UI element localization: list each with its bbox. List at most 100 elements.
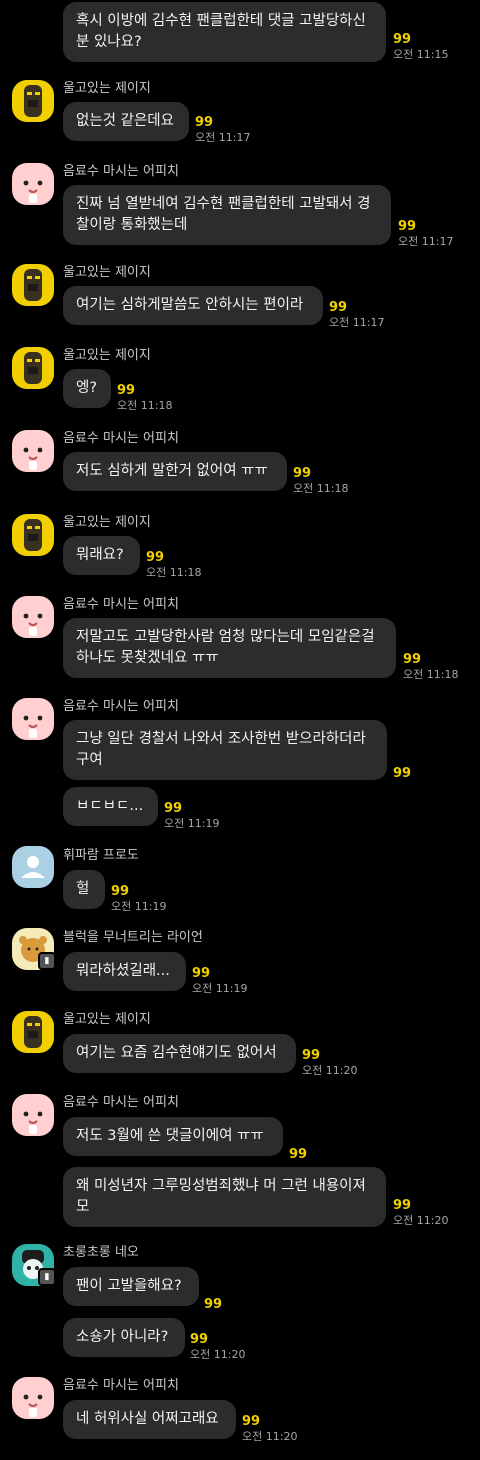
avatar-apeach[interactable] [12, 1094, 54, 1136]
avatar-apeach[interactable] [12, 596, 54, 638]
message-time: 오전 11:18 [146, 566, 202, 579]
sender-name: 음료수 마시는 어피치 [63, 1378, 179, 1393]
message-bubble[interactable]: 그냥 일단 경찰서 나와서 조사한번 받으라하더라구여 [63, 720, 387, 780]
jay-g-icon [24, 85, 42, 117]
jay-g-icon [24, 352, 42, 384]
unread-count: 99 [146, 550, 165, 565]
jay-g-icon [24, 269, 42, 301]
unread-count: 99 [190, 1332, 209, 1347]
message-time: 오전 11:15 [393, 48, 449, 61]
sender-name: 초롱초롱 네오 [63, 1245, 139, 1260]
sender-name: 휘파람 프로도 [63, 848, 139, 863]
avatar-apeach[interactable] [12, 163, 54, 205]
unread-count: 99 [111, 884, 130, 899]
message-meta: 99 오전 11:18 [146, 550, 201, 580]
message-bubble[interactable]: 왜 미성년자 그루밍성범죄했냐 머 그런 내용이져모 [63, 1167, 386, 1227]
message-bubble[interactable]: 저도 3월에 쓴 댓글이에여 ㅠㅠ [63, 1117, 283, 1156]
sender-name: 울고있는 제이지 [63, 515, 151, 530]
message-meta: 99 오전 11:15 [393, 32, 448, 62]
unread-count: 99 [192, 966, 211, 981]
apeach-icon [23, 180, 43, 203]
message-bubble[interactable]: 팬이 고발을해요? [63, 1267, 199, 1306]
message-bubble[interactable]: 진짜 넘 열받네여 김수현 팬클럽한테 고발돼서 경찰이랑 통화했는데 [63, 185, 391, 245]
avatar-jay-g[interactable] [12, 514, 54, 556]
message-time: 오전 11:19 [164, 817, 220, 830]
message-time: 오전 11:20 [190, 1348, 246, 1361]
message-bubble[interactable]: 여기는 심하게말씀도 안하시는 편이라 [63, 286, 323, 325]
unread-count: 99 [195, 115, 214, 130]
message-bubble[interactable]: 저도 심하게 말한거 없어여 ㅠㅠ [63, 452, 287, 491]
message-meta: 99 오전 11:18 [403, 652, 458, 682]
sender-name: 울고있는 제이지 [63, 348, 151, 363]
unread-count: 99 [403, 652, 422, 667]
apeach-icon [23, 715, 43, 738]
unread-count: 99 [117, 383, 136, 398]
avatar-jay-g[interactable] [12, 264, 54, 306]
message-meta: 99 오전 11:20 [190, 1332, 245, 1362]
message-bubble[interactable]: 소숑가 아니라? [63, 1318, 185, 1357]
message-meta: 99 오전 11:18 [117, 383, 172, 413]
sender-name: 음료수 마시는 어피치 [63, 1095, 179, 1110]
message-bubble[interactable]: 엥? [63, 369, 111, 408]
message-bubble[interactable]: ㅂㄷㅂㄷ... [63, 787, 158, 826]
avatar-jay-g[interactable] [12, 80, 54, 122]
message-meta: 99 [289, 1147, 307, 1162]
avatar-apeach[interactable] [12, 1377, 54, 1419]
message-meta: 99 오전 11:19 [164, 801, 219, 831]
sender-name: 음료수 마시는 어피치 [63, 431, 179, 446]
chat-screen: { "users": { "jay": "울고있는 제이지", "apeach"… [0, 0, 480, 1460]
message-bubble[interactable]: 저말고도 고발당한사람 엄청 많다는데 모임같은걸 하나도 못찾겠네요 ㅠㅠ [63, 618, 396, 678]
sender-name: 울고있는 제이지 [63, 265, 151, 280]
sender-name: 블럭을 무너트리는 라이언 [63, 930, 203, 945]
message-bubble[interactable]: 헐 [63, 870, 105, 909]
jay-g-icon [24, 1016, 42, 1048]
message-meta: 99 오전 11:19 [111, 884, 166, 914]
message-meta: 99 오전 11:17 [329, 300, 384, 330]
message-bubble[interactable]: 혹시 이방에 김수현 팬클럽한테 댓글 고발당하신 분 있나요? [63, 2, 386, 62]
message-time: 오전 11:19 [192, 982, 248, 995]
avatar-apeach[interactable] [12, 430, 54, 472]
message-meta: 99 오전 11:20 [393, 1198, 448, 1228]
sender-name: 울고있는 제이지 [63, 1012, 151, 1027]
message-time: 오전 11:20 [242, 1430, 298, 1443]
unread-count: 99 [289, 1147, 308, 1162]
message-time: 오전 11:18 [403, 668, 459, 681]
message-time: 오전 11:19 [111, 900, 167, 913]
message-time: 오전 11:18 [293, 482, 349, 495]
message-time: 오전 11:20 [302, 1064, 358, 1077]
message-bubble[interactable]: 뭐라하셨길래... [63, 952, 186, 991]
unread-count: 99 [293, 466, 312, 481]
unread-count: 99 [242, 1414, 261, 1429]
message-meta: 99 [204, 1297, 222, 1312]
unread-count: 99 [393, 766, 412, 781]
unread-count: 99 [398, 219, 417, 234]
message-meta: 99 오전 11:20 [302, 1048, 357, 1078]
avatar-frodo[interactable] [12, 846, 54, 888]
message-meta: 99 오전 11:19 [192, 966, 247, 996]
multi-profile-icon: ▮ [38, 1268, 56, 1286]
message-bubble[interactable]: 뭐래요? [63, 536, 140, 575]
avatar-jay-g[interactable] [12, 347, 54, 389]
message-meta: 99 오전 11:18 [293, 466, 348, 496]
sender-name: 음료수 마시는 어피치 [63, 597, 179, 612]
unread-count: 99 [393, 1198, 412, 1213]
apeach-icon [23, 613, 43, 636]
message-bubble[interactable]: 네 허위사실 어쩌고래요 [63, 1400, 236, 1439]
default-profile-icon [21, 856, 45, 878]
sender-name: 음료수 마시는 어피치 [63, 164, 179, 179]
unread-count: 99 [302, 1048, 321, 1063]
message-time: 오전 11:17 [329, 316, 385, 329]
message-meta: 99 오전 11:20 [242, 1414, 297, 1444]
sender-name: 울고있는 제이지 [63, 81, 151, 96]
message-meta: 99 [393, 766, 411, 781]
multi-profile-icon: ▮ [38, 952, 56, 970]
apeach-icon [23, 1394, 43, 1417]
message-bubble[interactable]: 여기는 요즘 김수현얘기도 없어서 [63, 1034, 296, 1073]
unread-count: 99 [329, 300, 348, 315]
message-bubble[interactable]: 없는것 같은데요 [63, 102, 189, 141]
avatar-jay-g[interactable] [12, 1011, 54, 1053]
message-time: 오전 11:17 [398, 235, 454, 248]
avatar-apeach[interactable] [12, 698, 54, 740]
message-meta: 99 오전 11:17 [195, 115, 250, 145]
unread-count: 99 [393, 32, 412, 47]
